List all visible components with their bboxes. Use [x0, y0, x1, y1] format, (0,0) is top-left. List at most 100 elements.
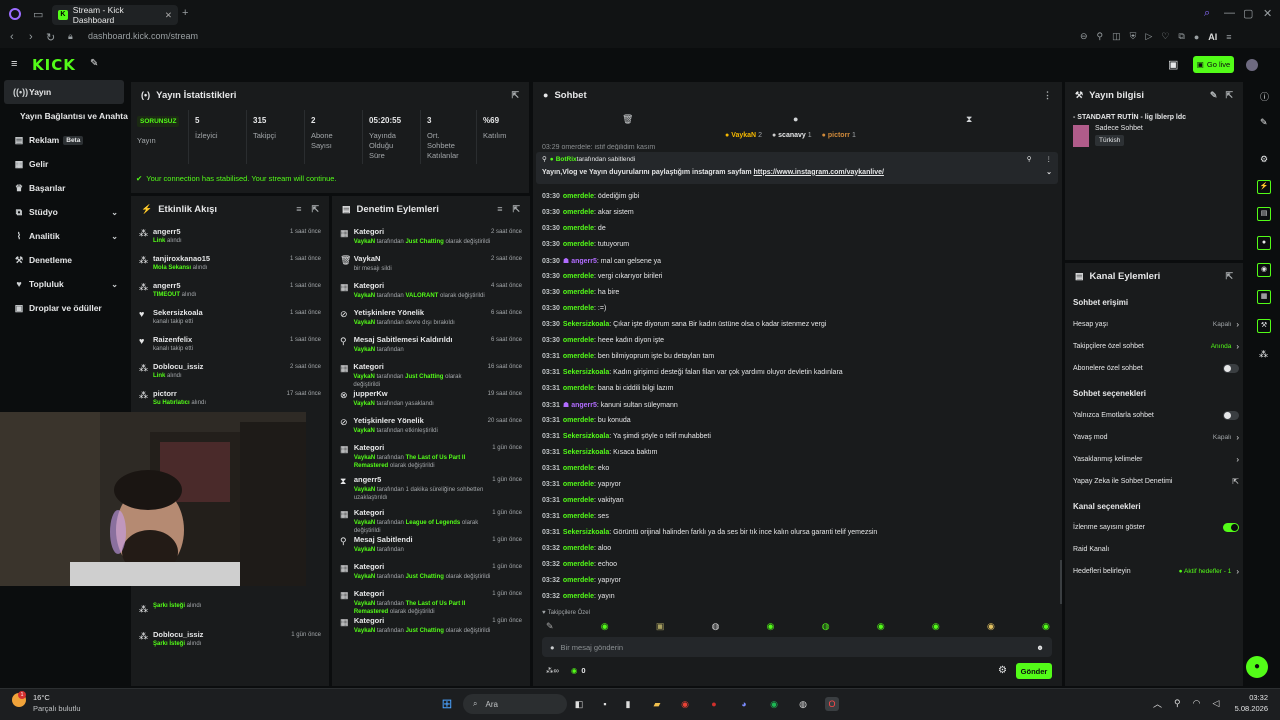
filter-icon[interactable]: ≡: [296, 204, 301, 214]
discord-icon[interactable]: ◕: [737, 697, 751, 711]
channel-setting-row[interactable]: Hesap yaşı Kapalı ›: [1073, 318, 1239, 330]
hamburger-menu-icon[interactable]: ≡: [11, 58, 17, 70]
activity-item[interactable]: ⁂ angerr5 Link alındı 1 saat önce: [131, 224, 329, 251]
popout-icon[interactable]: ⇱: [311, 204, 319, 215]
activity-item[interactable]: ⁂ Şarkı İsteği alındı: [131, 600, 329, 627]
message-user[interactable]: omerdele: [563, 417, 594, 424]
category-thumbnail[interactable]: [1073, 125, 1089, 147]
record-app-icon[interactable]: ●: [707, 697, 721, 711]
task-view-icon[interactable]: ◧: [572, 697, 586, 711]
extensions-icon[interactable]: ⧉: [1178, 31, 1184, 42]
popout-icon[interactable]: ⇱: [1225, 271, 1233, 282]
chat-input[interactable]: ● Bir mesaj gönderin ☻: [542, 637, 1052, 657]
activity-user[interactable]: Doblocu_issiz: [153, 630, 203, 639]
chevron-down-icon[interactable]: ⌄: [1046, 168, 1052, 176]
pin-sidebar-icon[interactable]: ✎: [90, 58, 98, 69]
emote-icon[interactable]: ◉: [932, 621, 940, 632]
chat-message[interactable]: 03:31 omerdele: bu konuda: [542, 417, 631, 424]
chat-message[interactable]: 03:30 omerdele: ha bire: [542, 289, 619, 296]
popout-icon[interactable]: ⇱: [511, 90, 519, 101]
moderation-item[interactable]: ▦ Kategori VaykaN tarafından League of L…: [332, 505, 530, 535]
moderation-item[interactable]: ▦ Kategori VaykaN tarafından Just Chatti…: [332, 224, 530, 254]
chat-message[interactable]: 03:31 ☗ angerr5: kanuni sultan süleymann: [542, 401, 678, 409]
chat-message[interactable]: 03:30 omerdele: ödediğim gibi: [542, 193, 639, 200]
edit-icon[interactable]: ✎: [1260, 117, 1268, 128]
rail-wrench-icon[interactable]: ⚒: [1257, 319, 1271, 333]
close-window-icon[interactable]: ✕: [1263, 7, 1272, 20]
chat-message[interactable]: 03:31 omerdele: eko: [542, 465, 609, 472]
windows-start-icon[interactable]: ⊞: [440, 697, 454, 711]
chat-scrollbar[interactable]: [1060, 560, 1062, 604]
emote-icon[interactable]: ✎: [546, 621, 554, 632]
message-user[interactable]: Sekersizkoala: [563, 433, 609, 440]
message-user[interactable]: omerdele: [563, 353, 594, 360]
activity-user[interactable]: pictorr: [153, 389, 206, 398]
rail-channel-icon[interactable]: ▦: [1257, 290, 1271, 304]
channel-setting-row[interactable]: Raid Kanalı: [1073, 543, 1239, 555]
category-name[interactable]: Sadece Sohbet: [1095, 125, 1143, 132]
chat-settings-gear-icon[interactable]: ⚙: [998, 665, 1007, 676]
spotify-icon[interactable]: ◉: [767, 697, 781, 711]
activity-user[interactable]: Sekersizkoala: [153, 308, 203, 317]
channel-setting-row[interactable]: Yavaş mod Kapalı ›: [1073, 431, 1239, 443]
moderation-item[interactable]: ▦ Kategori VaykaN tarafından The Last of…: [332, 586, 530, 616]
tools-icon[interactable]: ⚙: [1260, 154, 1268, 165]
message-user[interactable]: angerr5: [571, 258, 597, 265]
chat-message[interactable]: 03:31 omerdele: vakityan: [542, 497, 624, 504]
info-icon[interactable]: ⓘ: [1260, 90, 1269, 103]
reload-icon[interactable]: ↻: [46, 31, 55, 44]
activity-item[interactable]: ⁂ angerr5 TIMEOUT alındı 1 saat önce: [131, 278, 329, 305]
top-chatter[interactable]: ● scanavy 1: [772, 132, 812, 139]
url-text[interactable]: dashboard.kick.com/stream: [88, 31, 198, 41]
chat-message[interactable]: 03:32 omerdele: aloo: [542, 545, 611, 552]
tab-overview-icon[interactable]: ▭: [33, 8, 43, 21]
emote-icon[interactable]: ◉: [767, 621, 775, 632]
play-icon[interactable]: ▷: [1145, 31, 1152, 42]
microphone-icon[interactable]: ⚲: [1174, 698, 1181, 709]
channel-setting-row[interactable]: Yalnızca Emotlarla sohbet: [1073, 409, 1239, 421]
unpin-icon[interactable]: ⚲: [1027, 155, 1032, 163]
chat-message[interactable]: 03:30 omerdele: tutuyorum: [542, 241, 629, 248]
activity-item[interactable]: ♥ Sekersizkoala kanalı takip etti 1 saat…: [131, 305, 329, 332]
opera-taskbar-icon[interactable]: O: [825, 697, 839, 711]
channel-setting-row[interactable]: Hedefleri belirleyin ● Aktif hedefler - 1…: [1073, 565, 1239, 577]
activity-item[interactable]: ♥ Raizenfelix kanalı takip etti 1 saat ö…: [131, 332, 329, 359]
ai-button[interactable]: AI: [1208, 32, 1217, 42]
profile-icon[interactable]: ●: [1194, 32, 1199, 42]
channel-setting-row[interactable]: Yasaklanmış kelimeler ›: [1073, 453, 1239, 465]
back-icon[interactable]: ‹: [10, 31, 14, 43]
rail-document-icon[interactable]: ▤: [1257, 207, 1271, 221]
activity-user[interactable]: Raizenfelix: [153, 335, 193, 344]
sidebar-item-analitik[interactable]: ⌇ Analitik ⌄: [0, 224, 128, 248]
message-user[interactable]: omerdele: [563, 337, 594, 344]
rail-broadcast-icon[interactable]: ◉: [1257, 263, 1271, 277]
sidebar-item-yayin[interactable]: ((•)) Yayın: [4, 80, 124, 104]
zoom-icon[interactable]: ⊖: [1080, 31, 1088, 42]
toggle-switch[interactable]: [1223, 363, 1239, 373]
menu-icon[interactable]: ≡: [1226, 32, 1231, 42]
weather-desc[interactable]: Parçalı bulutlu: [33, 704, 81, 713]
chat-message[interactable]: 03:31 Sekersizkoala: Kısaca baktım: [542, 449, 657, 456]
moderation-item[interactable]: ▦ Kategori VaykaN tarafından Just Chatti…: [332, 359, 530, 389]
message-user[interactable]: omerdele: [563, 305, 594, 312]
kick-logo[interactable]: KICK: [32, 56, 76, 74]
chat-message[interactable]: 03:32 omerdele: echoo: [542, 561, 617, 568]
pin-icon[interactable]: ⚲: [1097, 31, 1104, 42]
chat-message[interactable]: 03:31 omerdele: bana bi ciddili bilgi laz…: [542, 385, 673, 392]
new-tab-icon[interactable]: +: [182, 7, 188, 19]
message-user[interactable]: omerdele: [563, 593, 594, 600]
sidebar-item-gelir[interactable]: ▦ Gelir: [0, 152, 128, 176]
sidebar-item-stream-key[interactable]: Yayın Bağlantısı ve Anahtarı: [0, 104, 128, 128]
message-user[interactable]: omerdele: [563, 481, 594, 488]
activity-user[interactable]: angerr5: [153, 281, 196, 290]
moderation-item[interactable]: ⧗ angerr5 VaykaN tarafından 1 dakika sür…: [332, 472, 530, 502]
points-icon[interactable]: ◉: [571, 666, 578, 675]
message-user[interactable]: omerdele: [563, 465, 594, 472]
chat-settings-icon[interactable]: ●: [793, 114, 798, 124]
chat-message[interactable]: 03:30 ☗ angerr5: mal can gelsene ya: [542, 257, 661, 265]
activity-item[interactable]: ⁂ Doblocu_issiz Link alındı 2 saat önce: [131, 359, 329, 386]
opera-logo-icon[interactable]: [9, 8, 21, 20]
message-user[interactable]: omerdele: [563, 209, 594, 216]
obs-icon[interactable]: ◍: [796, 697, 810, 711]
moderation-item[interactable]: ⊘ Yetişkinlere Yönelik VaykaN tarafından…: [332, 413, 530, 443]
